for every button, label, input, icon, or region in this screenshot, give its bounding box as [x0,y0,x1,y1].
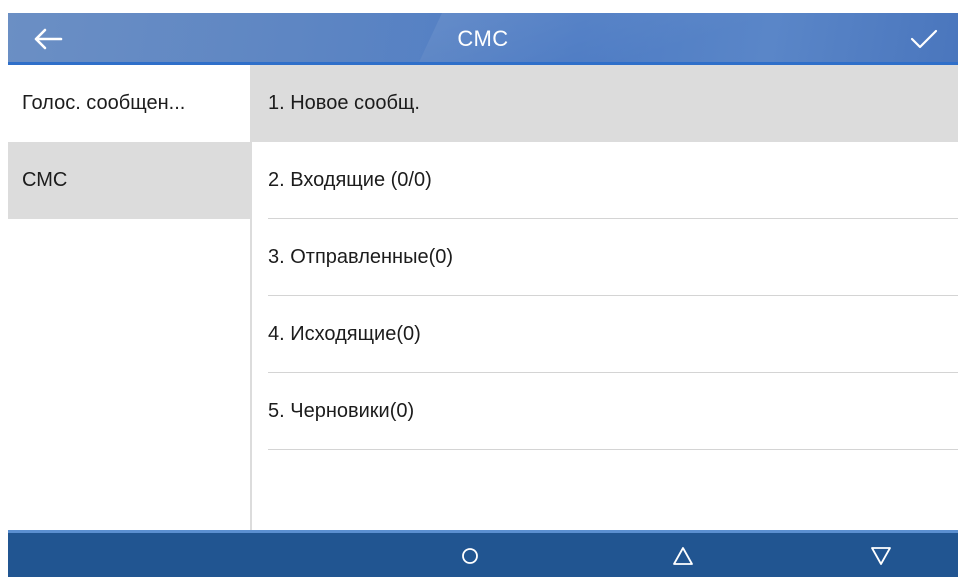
sidebar-item-voicemail[interactable]: Голос. сообщен... [8,65,250,142]
sidebar: Голос. сообщен... СМС [8,65,252,530]
menu-item-label: 2. Входящие (0/0) [268,169,432,191]
menu-item-label: 4. Исходящие(0) [268,323,421,345]
triangle-up-icon [673,547,693,565]
title-bar: СМС [8,13,958,65]
menu-item-sent[interactable]: 3. Отправленные(0) [252,219,958,296]
checkmark-icon [910,29,938,49]
soft-key-bar [8,530,958,577]
ok-soft-key[interactable] [452,541,488,571]
sms-menu-list: 1. Новое сообщ. 2. Входящие (0/0) 3. Отп… [252,65,958,530]
menu-item-outbox[interactable]: 4. Исходящие(0) [252,296,958,373]
menu-item-label: 5. Черновики(0) [268,400,415,422]
down-soft-key[interactable] [863,541,899,571]
divider [268,449,958,450]
confirm-button[interactable] [904,21,944,57]
sidebar-item-sms[interactable]: СМС [8,142,250,219]
menu-item-new-message[interactable]: 1. Новое сообщ. [252,65,958,142]
triangle-down-icon [871,547,891,565]
menu-item-drafts[interactable]: 5. Черновики(0) [252,373,958,450]
circle-icon [462,548,478,564]
menu-item-label: 3. Отправленные(0) [268,246,454,268]
up-soft-key[interactable] [665,541,701,571]
menu-item-label: 1. Новое сообщ. [268,92,420,114]
page-title: СМС [457,26,509,51]
menu-item-inbox[interactable]: 2. Входящие (0/0) [252,142,958,219]
